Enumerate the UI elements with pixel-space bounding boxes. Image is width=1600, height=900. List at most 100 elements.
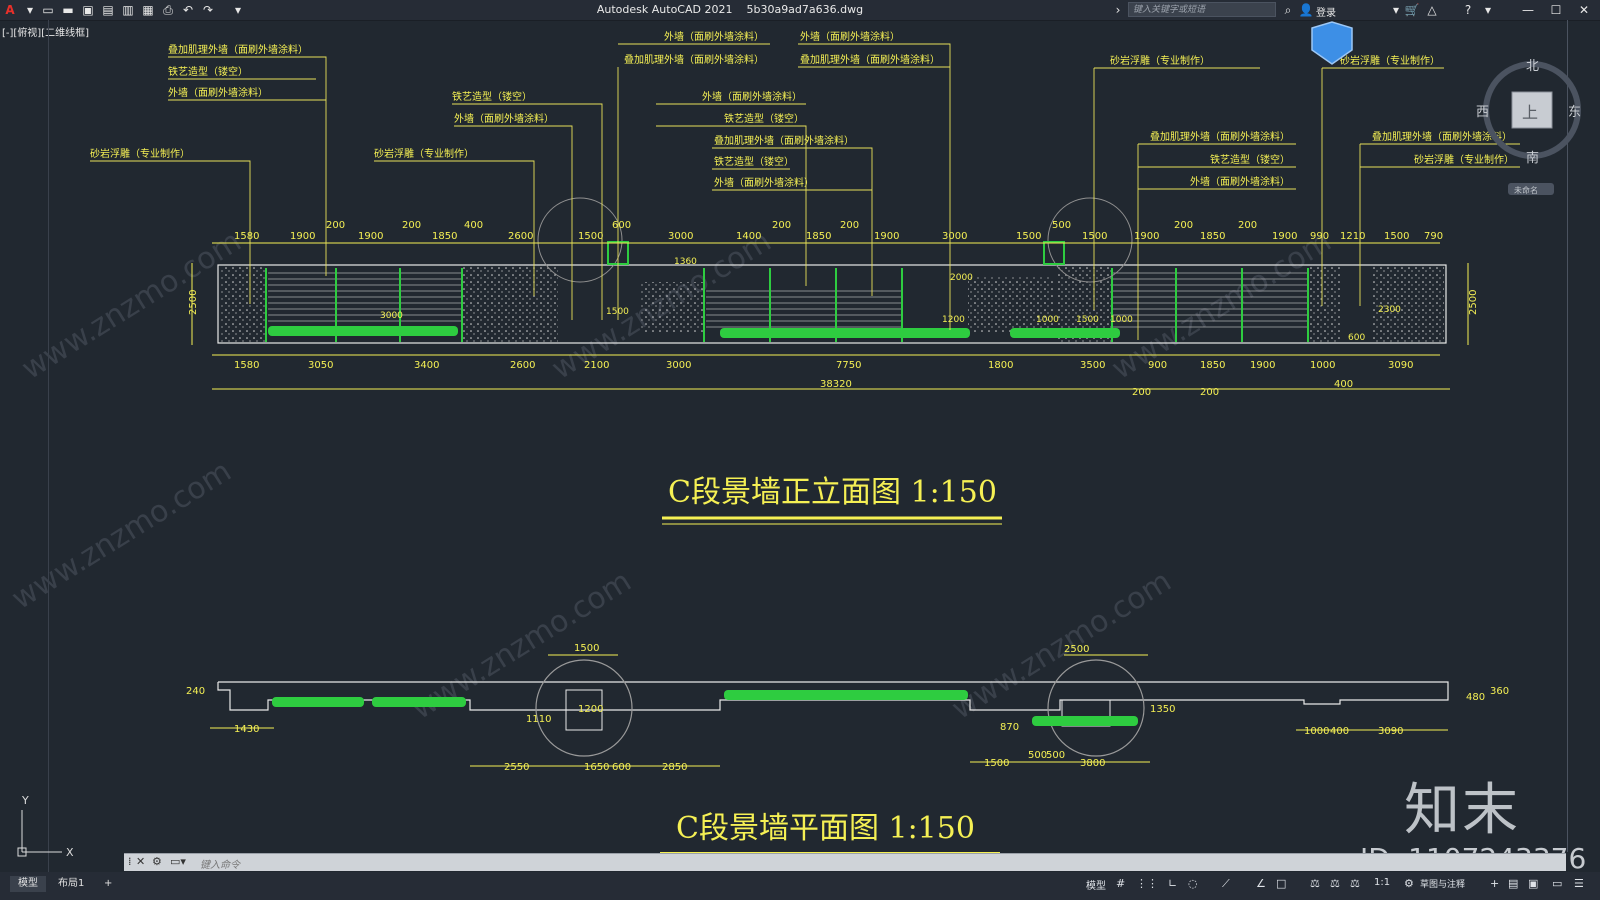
help-dropdown-icon[interactable]: ▾ [1480, 2, 1496, 18]
top-dimension-texts: 1580 1900 200 1900 200 1850 400 2600 1500 600 3000… [234, 220, 1443, 242]
login-link[interactable]: 登录 [1316, 4, 1336, 19]
wcs-label[interactable]: 未命名 [1514, 185, 1538, 195]
plan-dimension-lines [210, 654, 1448, 767]
dimension-text: 1800 [988, 360, 1013, 371]
isolate-icon[interactable]: ▤ [1508, 877, 1518, 890]
command-line[interactable]: ⁞ ✕ ⚙ ▭▾ 键入命令 [124, 853, 1566, 871]
autocad-logo-icon[interactable]: A [2, 2, 18, 18]
save-icon[interactable]: ▣ [80, 2, 96, 18]
model-space-toggle[interactable]: 模型 [1086, 877, 1106, 892]
add-layout-button[interactable]: + [96, 876, 120, 892]
dimension-text: 1580 [234, 360, 259, 371]
clean-screen-icon[interactable]: ▭ [1552, 877, 1562, 890]
minimize-icon[interactable]: — [1520, 2, 1536, 18]
leader-label: 叠加肌理外墙（面刷外墙涂料） [800, 53, 940, 66]
tab-layout1[interactable]: 布局1 [50, 876, 92, 892]
dimension-text: 7750 [836, 360, 861, 371]
viewcube-west[interactable]: 西 [1476, 105, 1489, 120]
autodesk-a360-icon[interactable]: △ [1424, 2, 1440, 18]
dimension-text: 900 [1148, 360, 1167, 371]
leader-label: 外墙（面刷外墙涂料） [664, 30, 764, 43]
scale-selector[interactable]: 1:1 [1374, 877, 1390, 888]
web-open-icon[interactable]: ▥ [120, 2, 136, 18]
sandstone-relief [640, 282, 704, 332]
window-title: Autodesk AutoCAD 2021 5b30a9ad7a636.dwg [520, 3, 940, 16]
cart-icon[interactable]: 🛒 [1404, 2, 1420, 18]
snap-icon[interactable]: ⋮⋮ [1136, 877, 1158, 890]
dimension-text: 3090 [1378, 726, 1403, 737]
viewcube[interactable]: 上 北 南 东 西 未命名 [1476, 59, 1581, 195]
leader-label: 砂岩浮雕（专业制作） [1340, 54, 1440, 67]
annotation-visibility-icon[interactable]: ⚖ [1310, 877, 1320, 890]
new-file-icon[interactable]: ▭ [40, 2, 56, 18]
save-as-icon[interactable]: ▤ [100, 2, 116, 18]
dimension-text: 1430 [234, 724, 259, 735]
close-icon[interactable]: ✕ [1576, 2, 1592, 18]
dimension-text: 790 [1424, 231, 1443, 242]
total-dimension: 38320 [820, 379, 852, 390]
search-input[interactable]: 键入关键字或短语 [1128, 2, 1276, 17]
viewcube-north[interactable]: 北 [1526, 59, 1539, 74]
cmd-grip-icon[interactable]: ⁞ [128, 855, 132, 868]
inner-dimension: 1000 [1036, 315, 1059, 325]
leader-label: 砂岩浮雕（专业制作） [374, 147, 474, 160]
dimension-text: 2600 [510, 360, 535, 371]
redo-icon[interactable]: ↷ [200, 2, 216, 18]
help-icon[interactable]: ? [1460, 2, 1476, 18]
undo-icon[interactable]: ↶ [180, 2, 196, 18]
dimension-text: 1400 [736, 231, 761, 242]
user-icon[interactable]: 👤 [1298, 2, 1314, 18]
leader-label: 外墙（面刷外墙涂料） [702, 90, 802, 103]
leader-label: 外墙（面刷外墙涂料） [800, 30, 900, 43]
viewcube-face-label: 上 [1522, 103, 1538, 122]
sub-dimension: 200 [1200, 387, 1219, 398]
search-icon[interactable]: ⌕ [1280, 2, 1296, 18]
dimension-text: 3000 [668, 231, 693, 242]
cmd-recent-icon[interactable]: ▭▾ [170, 855, 186, 868]
inner-dimension: 600 [1348, 333, 1365, 343]
customize-toolbar-icon[interactable]: ▾ [230, 2, 246, 18]
height-dimension-right: 2500 [1468, 290, 1479, 315]
workspace-gear-icon[interactable]: ⚙ [1404, 877, 1414, 890]
inner-dimension: 1500 [1076, 315, 1099, 325]
cmd-customize-icon[interactable]: ⚙ [152, 855, 162, 868]
tab-model[interactable]: 模型 [10, 876, 46, 892]
add-icon[interactable]: + [1490, 877, 1499, 890]
osnap-tracking-icon[interactable]: ∠ [1256, 877, 1266, 890]
login-dropdown-icon[interactable]: ▾ [1388, 2, 1404, 18]
maximize-icon[interactable]: ☐ [1548, 2, 1564, 18]
hardware-acceleration-icon[interactable]: ▣ [1528, 877, 1538, 890]
dimension-text: 1850 [1200, 360, 1225, 371]
viewcube-south[interactable]: 南 [1526, 150, 1539, 166]
drawing-canvas[interactable]: www.znzmo.com www.znzmo.com www.znzmo.co… [0, 20, 1600, 872]
workspace-selector[interactable]: 草图与注释 [1420, 877, 1465, 890]
dimension-text: 1650 [584, 762, 609, 773]
polar-icon[interactable]: ◌ [1188, 877, 1198, 890]
web-save-icon[interactable]: ▦ [140, 2, 156, 18]
ortho-icon[interactable]: ∟ [1168, 877, 1177, 890]
auto-scale-icon[interactable]: ⚖ [1330, 877, 1340, 890]
customize-status-icon[interactable]: ☰ [1574, 877, 1584, 890]
watermark-site-1: www.znzmo.com [16, 224, 248, 387]
annotation-scale-icon[interactable]: ⚖ [1350, 877, 1360, 890]
grid-icon[interactable]: # [1116, 877, 1125, 890]
viewcube-east[interactable]: 东 [1568, 105, 1581, 120]
dimension-text: 1850 [432, 231, 457, 242]
search-expand-icon[interactable]: › [1110, 2, 1126, 18]
dimension-text: 2600 [508, 231, 533, 242]
isodraft-icon[interactable]: ⟋ [1222, 877, 1230, 891]
dimension-text: 2100 [584, 360, 609, 371]
print-icon[interactable]: ⎙ [160, 2, 176, 18]
cmd-close-icon[interactable]: ✕ [136, 855, 145, 868]
dimension-text: 400 [464, 220, 483, 231]
command-input[interactable]: 键入命令 [200, 856, 240, 871]
menu-dropdown-icon[interactable]: ▾ [22, 2, 38, 18]
leader-label: 叠加肌理外墙（面刷外墙涂料） [168, 43, 308, 56]
dimension-text: 1850 [806, 231, 831, 242]
sub-dimension: 400 [1334, 379, 1353, 390]
ucs-y-label: Y [21, 794, 29, 807]
object-snap-icon[interactable]: □ [1276, 877, 1286, 890]
open-file-icon[interactable]: ▬ [60, 2, 76, 18]
status-bar: 模型 布局1 + 模型 # ⋮⋮ ∟ ◌ ⟋ ∠ □ ⚖ ⚖ ⚖ 1:1 ⚙ 草… [0, 872, 1600, 900]
plan-dimension-texts: 1500 2500 240 360 1430 1110 1200 2550 1650 600 285… [186, 643, 1509, 773]
